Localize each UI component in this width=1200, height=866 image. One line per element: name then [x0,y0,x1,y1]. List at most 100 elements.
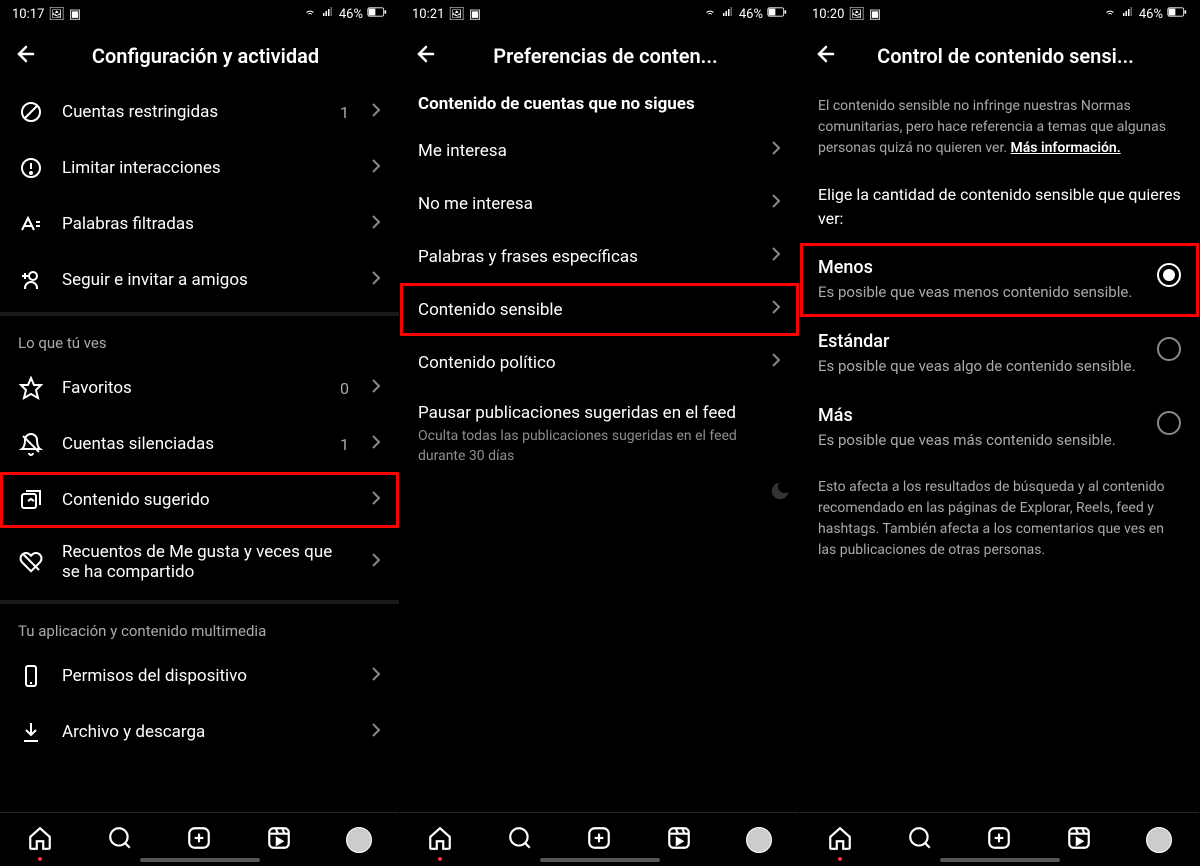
row-label: Archivo y descarga [62,722,353,742]
image-icon: 🖼 [448,7,465,22]
back-arrow-icon[interactable] [814,42,838,70]
row-political-content[interactable]: Contenido político [400,336,799,389]
content-icon [18,488,44,512]
nav-profile[interactable] [1146,827,1172,853]
section-title: Lo que tú ves [0,320,399,360]
row-filtered-words[interactable]: Palabras filtradas [0,196,399,252]
option-desc: Es posible que veas más contenido sensib… [818,430,1143,451]
nav-reels[interactable] [1066,825,1092,855]
info-paragraph: El contenido sensible no infringe nuestr… [800,84,1199,171]
nav-search[interactable] [107,825,133,855]
footer-text: Esto afecta a los resultados de búsqueda… [800,465,1199,573]
image-icon: 🖼 [848,7,865,22]
nav-home[interactable] [27,825,53,855]
home-indicator [540,858,660,862]
row-sensitive-content[interactable]: Contenido sensible [400,283,799,336]
nav-reels[interactable] [266,825,292,855]
nav-create[interactable] [186,825,212,855]
notification-dot [38,857,42,861]
row-limit-interactions[interactable]: Limitar interacciones [0,140,399,196]
chevron-right-icon [371,666,381,686]
chevron-right-icon [371,214,381,234]
option-more[interactable]: Más Es posible que veas más contenido se… [800,391,1199,465]
preferences-body: Contenido de cuentas que no sigues Me in… [400,84,799,812]
prompt-text: Elige la cantidad de contenido sensible … [800,171,1199,243]
nav-reels[interactable] [666,825,692,855]
back-arrow-icon[interactable] [414,42,438,70]
row-device-permissions[interactable]: Permisos del dispositivo [0,648,399,704]
warning-icon [18,156,44,180]
battery-icon [367,6,387,22]
battery-icon [767,6,787,22]
row-interested[interactable]: Me interesa [400,124,799,177]
image-icon: 🖼 [48,7,65,22]
option-standard[interactable]: Estándar Es posible que veas algo de con… [800,317,1199,391]
row-follow-invite[interactable]: Seguir e invitar a amigos [0,252,399,308]
row-archive-download[interactable]: Archivo y descarga [0,704,399,760]
row-label: Cuentas restringidas [62,102,322,122]
option-title: Menos [818,257,1143,278]
back-arrow-icon[interactable] [14,42,38,70]
battery-text: 46% [739,7,763,22]
nav-home[interactable] [827,825,853,855]
nav-create[interactable] [986,825,1012,855]
nav-create[interactable] [586,825,612,855]
row-label: Palabras y frases específicas [418,247,638,267]
divider [0,312,399,316]
nav-profile[interactable] [346,827,372,853]
row-specific-words[interactable]: Palabras y frases específicas [400,230,799,283]
avatar [746,827,772,853]
nav-search[interactable] [507,825,533,855]
nav-search[interactable] [907,825,933,855]
screen-settings: 10:17 🖼 ▣ 46% Configuración y actividad [0,0,400,866]
row-label: Permisos del dispositivo [62,666,353,686]
nav-profile[interactable] [746,827,772,853]
radio-selected-icon[interactable] [1157,263,1181,287]
restricted-icon [18,100,44,124]
option-desc: Es posible que veas menos contenido sens… [818,282,1143,303]
moon-icon [769,480,791,506]
sensitive-body: El contenido sensible no infringe nuestr… [800,84,1199,812]
chevron-right-icon [371,102,381,122]
chevron-right-icon [371,158,381,178]
row-label: Contenido sensible [418,300,563,320]
status-time: 10:17 [12,7,44,22]
row-label: Palabras filtradas [62,214,353,234]
apps-icon: ▣ [469,7,481,22]
avatar [346,827,372,853]
chevron-right-icon [371,490,381,510]
row-suggested-content[interactable]: Contenido sugerido [0,472,399,528]
status-bar: 10:21 🖼 ▣ 46% [400,0,799,28]
row-not-interested[interactable]: No me interesa [400,177,799,230]
home-indicator [140,858,260,862]
apps-icon: ▣ [69,7,81,22]
row-label: Cuentas silenciadas [62,434,322,454]
page-title: Control de contenido sensi... [856,44,1155,68]
wifi-icon [1103,6,1117,22]
row-pause-suggested[interactable]: Pausar publicaciones sugeridas en el fee… [400,389,799,480]
more-info-link[interactable]: Más información. [1011,140,1121,156]
row-favorites[interactable]: Favoritos 0 [0,360,399,416]
section-subtitle: Contenido de cuentas que no sigues [400,84,799,124]
battery-icon [1167,6,1187,22]
nav-home[interactable] [427,825,453,855]
chevron-right-icon [771,193,781,214]
settings-body: Cuentas restringidas 1 Limitar interacci… [0,84,399,812]
row-restricted-accounts[interactable]: Cuentas restringidas 1 [0,84,399,140]
status-time: 10:20 [812,7,844,22]
chevron-right-icon [371,722,381,742]
row-label: Seguir e invitar a amigos [62,270,353,290]
row-muted-accounts[interactable]: Cuentas silenciadas 1 [0,416,399,472]
header: Configuración y actividad [0,28,399,84]
chevron-right-icon [771,299,781,320]
radio-icon[interactable] [1157,337,1181,361]
wifi-icon [303,6,317,22]
option-less[interactable]: Menos Es posible que veas menos contenid… [800,243,1199,317]
chevron-right-icon [771,140,781,161]
page-title: Configuración y actividad [56,44,355,68]
avatar [1146,827,1172,853]
option-title: Estándar [818,331,1143,352]
row-like-share-counts[interactable]: Recuentos de Me gusta y veces que se ha … [0,528,399,596]
row-label: Contenido sugerido [62,490,353,510]
radio-icon[interactable] [1157,411,1181,435]
